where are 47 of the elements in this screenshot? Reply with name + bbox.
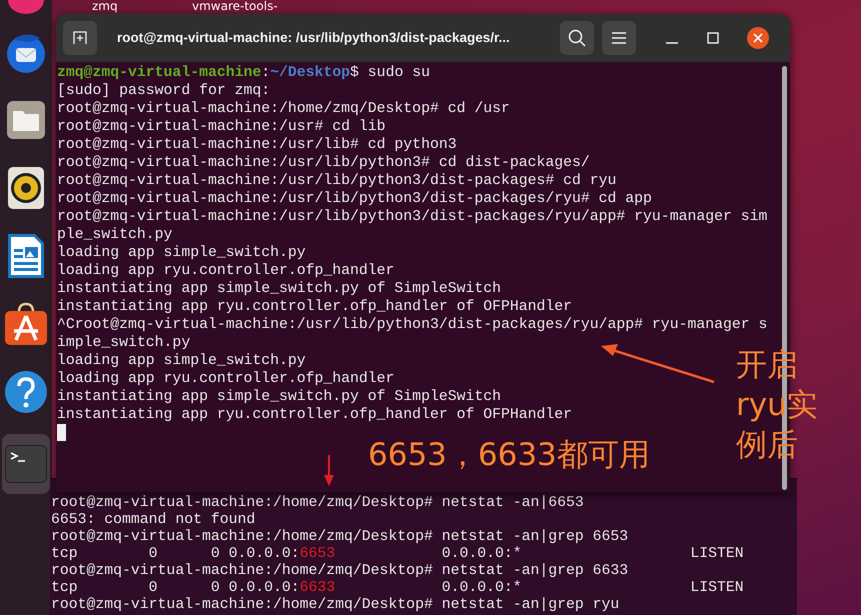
help-icon[interactable]	[4, 370, 48, 414]
terminal-line: root@zmq-virtual-machine:/usr/lib/python3/dist-packages/ryu/app# ryu-manager sim	[57, 208, 768, 226]
terminal-line: root@zmq-virtual-machine:/usr/lib/python3/dist-packages# cd ryu	[57, 172, 616, 190]
new-tab-button[interactable]	[63, 21, 97, 55]
terminal-line: root@zmq-virtual-machine:/usr/lib/python3/dist-packages/ryu# cd app	[57, 190, 652, 208]
terminal-line: loading app simple_switch.py	[57, 244, 306, 262]
terminal-line: instantiating app simple_switch.py of SimpleSwitch	[57, 280, 501, 298]
search-icon	[568, 29, 586, 47]
terminal-line: tcp 0 0 0.0.0.0:6653 0.0.0.0:* LISTEN	[51, 546, 744, 563]
close-icon[interactable]	[747, 27, 769, 49]
terminal-icon[interactable]	[5, 445, 47, 483]
terminal-line: root@zmq-virtual-machine:/home/zmq/Desktop# netstat -an|6653	[51, 495, 584, 512]
shopping-bag-icon[interactable]	[4, 302, 48, 346]
terminal-line: loading app ryu.controller.ofp_handler	[57, 370, 394, 388]
new-tab-icon	[72, 30, 88, 46]
desktop-icon-label[interactable]: vmware-tools-	[192, 0, 278, 13]
terminal-line: ^Croot@zmq-virtual-machine:/usr/lib/python3/dist-packages/ryu/app# ryu-manager s	[57, 316, 768, 334]
terminal-line: root@zmq-virtual-machine:/usr/lib# cd python3	[57, 136, 457, 154]
window-title: root@zmq-virtual-machine: /usr/lib/python3/dist-packages/r...	[117, 29, 511, 47]
document-icon[interactable]	[7, 233, 45, 279]
annotation-arrow	[324, 455, 334, 487]
maximize-icon[interactable]	[707, 32, 719, 44]
terminal-line: ple_switch.py	[57, 226, 172, 244]
annotation-text: 6653，6633都可用	[368, 436, 650, 475]
terminal-line: [sudo] password for zmq:	[57, 82, 270, 100]
search-button[interactable]	[560, 21, 594, 55]
menu-button[interactable]	[602, 21, 636, 55]
terminal-line: loading app ryu.controller.ofp_handler	[57, 262, 394, 280]
terminal-line: root@zmq-virtual-machine:/home/zmq/Desktop# netstat -an|grep 6633	[51, 563, 628, 580]
terminal-line: root@zmq-virtual-machine:/usr/lib/python3# cd dist-packages/	[57, 154, 590, 172]
terminal-line: root@zmq-virtual-machine:/home/zmq/Desktop# netstat -an|grep 6653	[51, 529, 628, 546]
terminal-line: loading app simple_switch.py	[57, 352, 306, 370]
terminal-line: root@zmq-virtual-machine:/home/zmq/Desktop# netstat -an|grep ryu	[51, 597, 620, 614]
terminal-line: 6653: command not found	[51, 512, 256, 529]
terminal-line: root@zmq-virtual-machine:/home/zmq/Desktop# cd /usr	[57, 100, 510, 118]
terminal-line: zmq@zmq-virtual-machine:~/Desktop$ sudo su	[57, 64, 430, 82]
terminal-line: instantiating app ryu.controller.ofp_handler of OFPHandler	[57, 406, 572, 424]
terminal-line: instantiating app ryu.controller.ofp_handler of OFPHandler	[57, 298, 572, 316]
desktop-icon-label[interactable]: zmq	[92, 0, 118, 13]
menu-icon	[612, 32, 626, 44]
terminal-line: tcp 0 0 0.0.0.0:6633 0.0.0.0:* LISTEN	[51, 580, 744, 597]
terminal-line: instantiating app simple_switch.py of SimpleSwitch	[57, 388, 501, 406]
terminal-line: imple_switch.py	[57, 334, 190, 352]
folder-icon[interactable]	[6, 100, 46, 140]
terminal-cursor	[57, 424, 66, 441]
terminal-line: root@zmq-virtual-machine:/usr# cd lib	[57, 118, 386, 136]
speaker-icon[interactable]	[7, 166, 45, 210]
